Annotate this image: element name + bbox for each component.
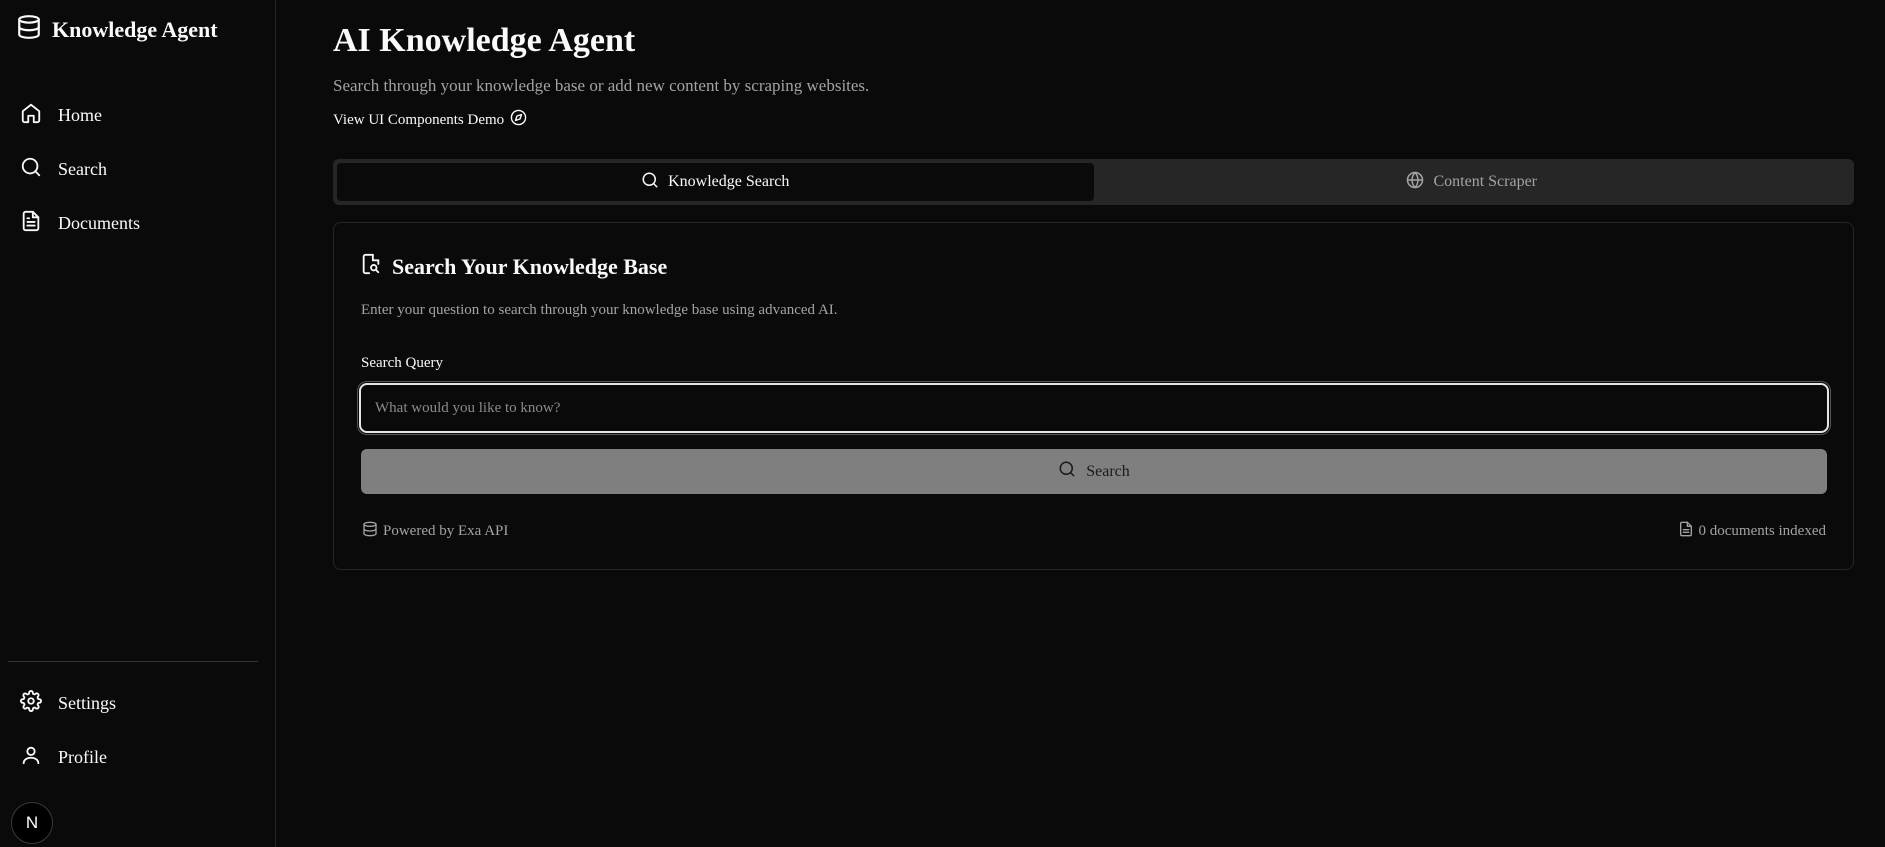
search-query-label: Search Query xyxy=(361,355,444,371)
tab-label: Knowledge Search xyxy=(668,173,790,190)
sidebar-item-search[interactable]: Search xyxy=(20,142,140,196)
powered-by-text: Powered by Exa API xyxy=(383,523,509,539)
database-icon xyxy=(362,521,378,542)
sidebar-item-label: Home xyxy=(58,104,102,125)
gear-icon xyxy=(20,689,42,717)
card-title-text: Search Your Knowledge Base xyxy=(392,254,668,279)
search-button-label: Search xyxy=(1086,462,1130,480)
file-search-icon xyxy=(360,253,382,281)
documents-indexed: 0 documents indexed xyxy=(1678,521,1826,542)
globe-icon xyxy=(1406,171,1424,194)
search-icon xyxy=(641,171,659,194)
search-button[interactable]: Search xyxy=(361,449,1827,494)
brand[interactable]: Knowledge Agent xyxy=(16,14,218,46)
home-icon xyxy=(20,102,42,129)
page-subtitle: Search through your knowledge base or ad… xyxy=(333,76,870,95)
sidebar-item-documents[interactable]: Documents xyxy=(20,196,140,250)
search-icon xyxy=(1058,460,1076,483)
demo-link-label: View UI Components Demo xyxy=(333,111,505,128)
documents-indexed-text: 0 documents indexed xyxy=(1698,523,1826,539)
sidebar-divider xyxy=(8,661,258,662)
framework-badge[interactable]: N xyxy=(11,802,53,844)
powered-by: Powered by Exa API xyxy=(362,521,508,542)
sidebar-item-settings[interactable]: Settings xyxy=(20,676,116,730)
user-icon xyxy=(20,744,42,771)
tab-label: Content Scraper xyxy=(1433,173,1538,190)
sidebar-item-label: Search xyxy=(58,158,107,179)
document-icon xyxy=(1678,521,1694,542)
database-icon xyxy=(16,14,42,46)
page-title: AI Knowledge Agent xyxy=(333,22,636,59)
search-icon xyxy=(20,156,42,183)
sidebar-bottom-nav: Settings Profile xyxy=(20,676,116,784)
sidebar-item-label: Settings xyxy=(58,692,117,713)
sidebar-nav: Home Search Documents xyxy=(20,88,140,250)
document-icon xyxy=(20,210,42,237)
sidebar: Knowledge Agent Home Search Documents Se… xyxy=(0,0,276,847)
sidebar-item-home[interactable]: Home xyxy=(20,88,140,142)
card-title: Search Your Knowledge Base xyxy=(360,253,667,281)
ui-demo-link[interactable]: View UI Components Demo xyxy=(333,109,527,131)
tab-knowledge-search[interactable]: Knowledge Search xyxy=(337,163,1094,201)
search-card: Search Your Knowledge Base Enter your qu… xyxy=(333,222,1854,570)
tab-content-scraper[interactable]: Content Scraper xyxy=(1094,163,1851,201)
search-input[interactable] xyxy=(359,383,1829,433)
tab-list: Knowledge Search Content Scraper xyxy=(333,159,1854,205)
sidebar-item-profile[interactable]: Profile xyxy=(20,730,116,784)
sidebar-item-label: Documents xyxy=(58,212,140,233)
card-description: Enter your question to search through yo… xyxy=(361,302,838,318)
brand-name: Knowledge Agent xyxy=(52,17,218,42)
app-root: Knowledge Agent Home Search Documents Se… xyxy=(0,0,1885,847)
sidebar-item-label: Profile xyxy=(58,746,107,767)
compass-icon xyxy=(510,109,527,131)
